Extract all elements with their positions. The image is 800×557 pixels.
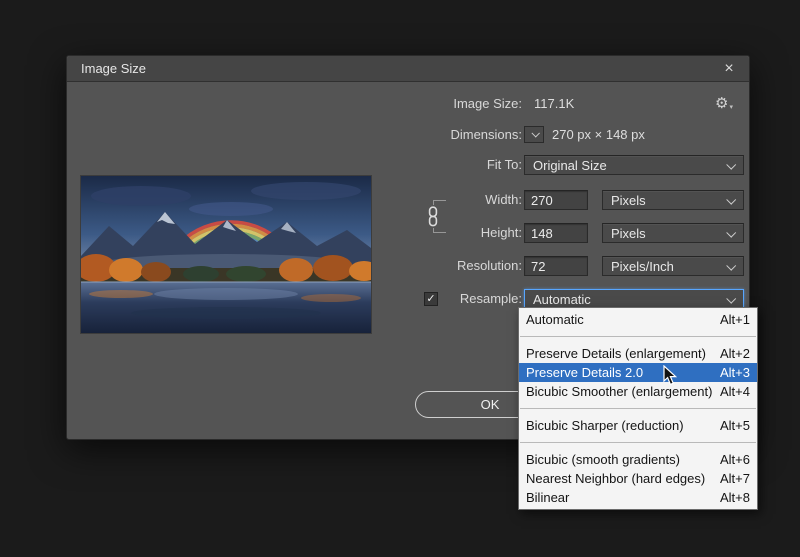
dimensions-value: 270 px × 148 px bbox=[552, 126, 645, 143]
dialog-title: Image Size bbox=[67, 61, 146, 76]
height-label: Height: bbox=[347, 223, 522, 243]
resolution-label: Resolution: bbox=[347, 256, 522, 276]
menu-separator bbox=[519, 329, 757, 344]
height-input[interactable] bbox=[524, 223, 588, 243]
width-input[interactable] bbox=[524, 190, 588, 210]
resample-select[interactable]: Automatic bbox=[524, 289, 744, 309]
image-preview bbox=[81, 176, 371, 333]
width-unit-select[interactable]: Pixels bbox=[602, 190, 744, 210]
chevron-down-icon bbox=[726, 261, 736, 271]
resample-dropdown-menu: Automatic Alt+1 Preserve Details (enlarg… bbox=[518, 307, 758, 510]
chevron-down-icon bbox=[726, 294, 736, 304]
gear-dropdown-arrow-icon: ▾ bbox=[729, 103, 733, 111]
close-icon[interactable]: × bbox=[715, 56, 743, 82]
dialog-titlebar[interactable]: Image Size × bbox=[67, 56, 749, 82]
menu-item-bicubic-smoother[interactable]: Bicubic Smoother (enlargement) Alt+4 bbox=[519, 382, 757, 401]
menu-item-preserve-details-enlargement[interactable]: Preserve Details (enlargement) Alt+2 bbox=[519, 344, 757, 363]
chevron-down-icon bbox=[726, 160, 736, 170]
chevron-down-icon bbox=[726, 228, 736, 238]
menu-item-preserve-details-2-0[interactable]: Preserve Details 2.0 Alt+3 bbox=[519, 363, 757, 382]
width-label: Width: bbox=[347, 190, 522, 210]
gear-icon[interactable]: ⚙ ▾ bbox=[715, 92, 745, 114]
desktop-background: Image Size × Image Size: 117.1K ⚙ ▾ Dime… bbox=[0, 0, 800, 557]
landscape-preview-art bbox=[81, 176, 371, 333]
height-unit-select[interactable]: Pixels bbox=[602, 223, 744, 243]
menu-item-bicubic-sharper[interactable]: Bicubic Sharper (reduction) Alt+5 bbox=[519, 416, 757, 435]
menu-item-automatic[interactable]: Automatic Alt+1 bbox=[519, 310, 757, 329]
chevron-down-icon bbox=[726, 195, 736, 205]
menu-item-nearest-neighbor[interactable]: Nearest Neighbor (hard edges) Alt+7 bbox=[519, 469, 757, 488]
menu-item-bilinear[interactable]: Bilinear Alt+8 bbox=[519, 488, 757, 507]
dimensions-unit-button[interactable] bbox=[524, 126, 544, 143]
resolution-unit-select[interactable]: Pixels/Inch bbox=[602, 256, 744, 276]
menu-separator bbox=[519, 401, 757, 416]
mouse-cursor-icon bbox=[663, 365, 678, 392]
image-size-label: Image Size: bbox=[347, 96, 522, 112]
image-size-value: 117.1K bbox=[534, 96, 574, 112]
resolution-input[interactable] bbox=[524, 256, 588, 276]
fit-to-select[interactable]: Original Size bbox=[524, 155, 744, 175]
menu-item-bicubic-smooth-gradients[interactable]: Bicubic (smooth gradients) Alt+6 bbox=[519, 450, 757, 469]
chevron-down-icon bbox=[531, 129, 539, 137]
fit-to-label: Fit To: bbox=[347, 155, 522, 175]
dimensions-label: Dimensions: bbox=[347, 126, 522, 143]
menu-separator bbox=[519, 435, 757, 450]
resample-label: Resample: bbox=[347, 289, 522, 309]
